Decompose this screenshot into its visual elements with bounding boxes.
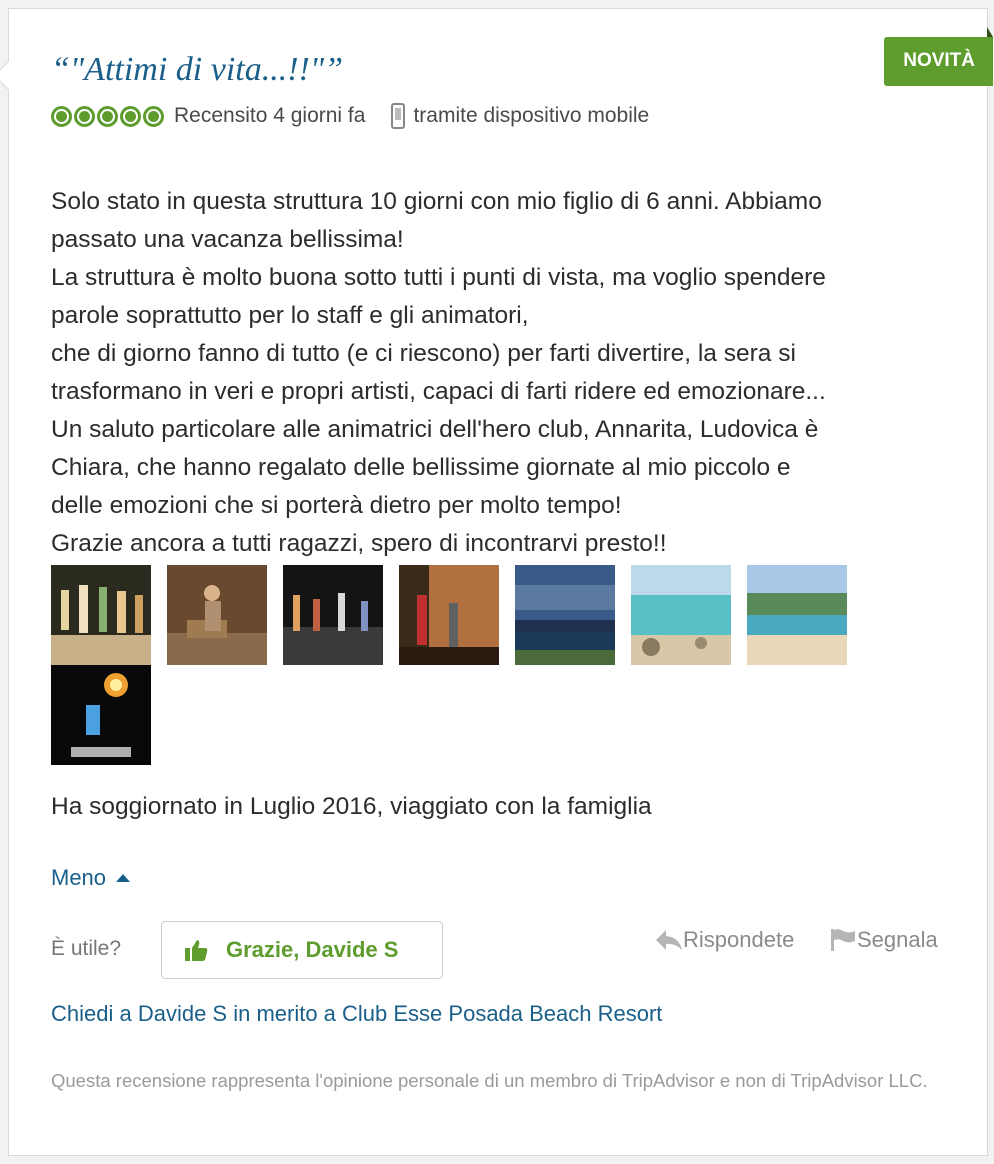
rating-bubble-icon (74, 105, 95, 127)
photo-thumbnail-coast-dusk[interactable] (515, 565, 615, 665)
reply-arrow-icon (656, 930, 682, 950)
less-label: Meno (51, 865, 107, 890)
photo-thumbnail-performer-sitting[interactable] (167, 565, 267, 665)
photo-thumbnail-turquoise-sea[interactable] (631, 565, 731, 665)
photo-thumbnail-show-stage[interactable] (51, 565, 151, 665)
less-toggle[interactable]: Meno (51, 865, 131, 891)
review-line: Grazie ancora a tutti ragazzi, spero di … (51, 530, 667, 557)
useful-label: È utile? (51, 937, 122, 960)
rating-bubble-icon (51, 105, 72, 127)
review-line: trasformano in veri e propri artisti, ca… (51, 378, 826, 405)
review-line: Un saluto particolare alle animatrici de… (51, 416, 819, 443)
stay-info: Ha soggiornato in Luglio 2016, viaggiato… (51, 793, 652, 820)
flag-label: Segnala (857, 927, 938, 952)
review-line: delle emozioni che si porterà dietro per… (51, 492, 622, 519)
rating-bubbles (51, 105, 164, 127)
review-line: Solo stato in questa struttura 10 giorni… (51, 188, 822, 215)
review-line: che di giorno fanno di tutto (e ci riesc… (51, 340, 796, 367)
rating-bubble-icon (120, 105, 141, 127)
review-title[interactable]: “"Attimi di vita...!!"” (51, 51, 343, 89)
card-pointer (0, 60, 24, 91)
badge-fold (987, 27, 993, 37)
review-body: Solo stato in questa struttura 10 giorni… (51, 183, 951, 563)
thanks-label: Grazie, Davide S (226, 937, 399, 962)
mobile-phone-icon (391, 103, 406, 129)
review-line: parole soprattutto per lo staff e gli an… (51, 302, 529, 329)
thanks-button[interactable]: Grazie, Davide S (161, 921, 443, 979)
disclaimer: Questa recensione rappresenta l'opinione… (51, 1070, 928, 1091)
report-button[interactable]: Segnala (829, 927, 938, 953)
photo-thumbnail-fire-performer[interactable] (51, 665, 151, 765)
caret-up-icon (116, 874, 131, 882)
reply-button[interactable]: Rispondete (655, 927, 794, 953)
new-badge: NOVITÀ (884, 37, 993, 86)
flag-icon (831, 929, 855, 951)
device-label: tramite dispositivo mobile (413, 104, 650, 127)
review-line: La struttura è molto buona sotto tutti i… (51, 264, 826, 291)
photo-thumbnail-beach[interactable] (747, 565, 847, 665)
photo-thumbnail-night-show[interactable] (283, 565, 383, 665)
reply-label: Rispondete (683, 927, 795, 952)
photo-thumbnail-pirate-scene[interactable] (399, 565, 499, 665)
rating-bubble-icon (143, 105, 164, 127)
reviewed-date: Recensito 4 giorni fa (174, 104, 366, 127)
review-meta: Recensito 4 giorni fa tramite dispositiv… (51, 101, 649, 131)
review-line: passato una vacanza bellissima! (51, 226, 404, 253)
review-card: NOVITÀ “"Attimi di vita...!!"” Recensito… (0, 8, 993, 1156)
ask-reviewer-link[interactable]: Chiedi a Davide S in merito a Club Esse … (51, 1001, 662, 1027)
review-line: Chiara, che hanno regalato delle belliss… (51, 454, 791, 481)
thumbs-up-icon (185, 940, 208, 961)
rating-bubble-icon (97, 105, 118, 127)
